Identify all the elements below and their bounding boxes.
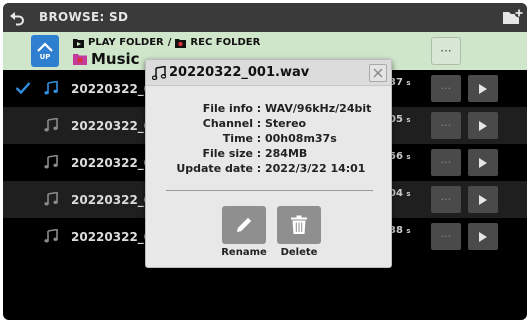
play-button[interactable] [468, 112, 498, 139]
new-folder-button[interactable] [501, 5, 525, 29]
new-folder-icon [503, 8, 524, 24]
info-row-channel: Channel : Stereo [202, 117, 307, 130]
play-button[interactable] [468, 75, 498, 102]
file-menu-button[interactable]: ··· [431, 75, 461, 102]
play-icon [479, 194, 487, 205]
play-icon [479, 120, 487, 131]
folder-path: PLAY FOLDER / REC FOLDER [73, 37, 260, 48]
play-icon [479, 83, 487, 94]
folder-menu-button[interactable]: ··· [431, 37, 461, 65]
play-button[interactable] [468, 223, 498, 250]
back-button[interactable] [3, 3, 31, 32]
music-note-icon [44, 192, 58, 206]
info-row-time: Time : 00h08m37s [222, 132, 337, 145]
browse-screen: BROWSE: SD UP PLAY FOLDER / REC FOLDER M… [3, 3, 527, 320]
file-duration: 38 s [389, 225, 411, 236]
file-duration: 05 s [389, 114, 411, 125]
music-note-icon [44, 155, 58, 169]
back-arrow-icon [10, 11, 24, 25]
file-info-dialog: 20220322_001.wav File info : WAV/96kHz/2… [145, 59, 392, 268]
current-folder-name: Music [91, 50, 140, 68]
dialog-divider [166, 190, 373, 191]
path-separator: / [167, 37, 172, 48]
file-duration: 56 s [389, 151, 411, 162]
file-menu-button[interactable]: ··· [431, 112, 461, 139]
dialog-header: 20220322_001.wav [146, 60, 391, 86]
file-name: 20220322_0 [71, 156, 153, 170]
rename-label: Rename [221, 247, 267, 258]
up-chevron-icon [37, 41, 53, 52]
dialog-title: 20220322_001.wav [152, 65, 309, 80]
close-icon [373, 68, 383, 78]
file-menu-button[interactable]: ··· [431, 186, 461, 213]
info-row-update-date: Update date : 2022/3/22 14:01 [176, 162, 366, 175]
file-name: 20220322_0 [71, 119, 153, 133]
trash-icon [291, 215, 307, 234]
rec-folder-icon [175, 38, 187, 48]
title-bar: BROWSE: SD [3, 3, 527, 32]
file-duration: 37 s [389, 77, 411, 88]
file-name: 20220322_0 [71, 82, 153, 96]
play-folder-label: PLAY FOLDER [88, 37, 164, 48]
file-menu-button[interactable]: ··· [431, 149, 461, 176]
info-row-file-size: File size : 284MB [202, 147, 308, 160]
music-note-icon [44, 118, 58, 132]
close-button[interactable] [369, 64, 387, 82]
checkmark-icon [15, 82, 31, 95]
file-name: 20220322_0 [71, 193, 153, 207]
play-icon [479, 231, 487, 242]
file-duration: 04 s [389, 188, 411, 199]
play-folder-icon [73, 38, 84, 48]
info-row-file-info: File info : WAV/96kHz/24bit [202, 102, 372, 115]
up-button[interactable]: UP [31, 35, 59, 67]
file-name: 20220322_0 [71, 230, 153, 244]
rename-button[interactable] [222, 206, 266, 244]
current-folder: Music [73, 50, 140, 68]
rec-folder-icon [73, 54, 87, 65]
music-note-icon [152, 65, 166, 80]
up-label: UP [39, 52, 51, 61]
play-button[interactable] [468, 149, 498, 176]
play-icon [479, 157, 487, 168]
play-button[interactable] [468, 186, 498, 213]
file-info-list: File info : WAV/96kHz/24bit Channel : St… [146, 102, 391, 177]
music-note-icon [44, 81, 58, 95]
music-note-icon [44, 229, 58, 243]
screen-title: BROWSE: SD [39, 10, 129, 24]
file-menu-button[interactable]: ··· [431, 223, 461, 250]
rec-folder-label: REC FOLDER [190, 37, 261, 48]
dialog-file-name: 20220322_001.wav [169, 65, 310, 80]
pencil-icon [237, 217, 252, 232]
delete-label: Delete [280, 247, 318, 258]
delete-button[interactable] [277, 206, 321, 244]
